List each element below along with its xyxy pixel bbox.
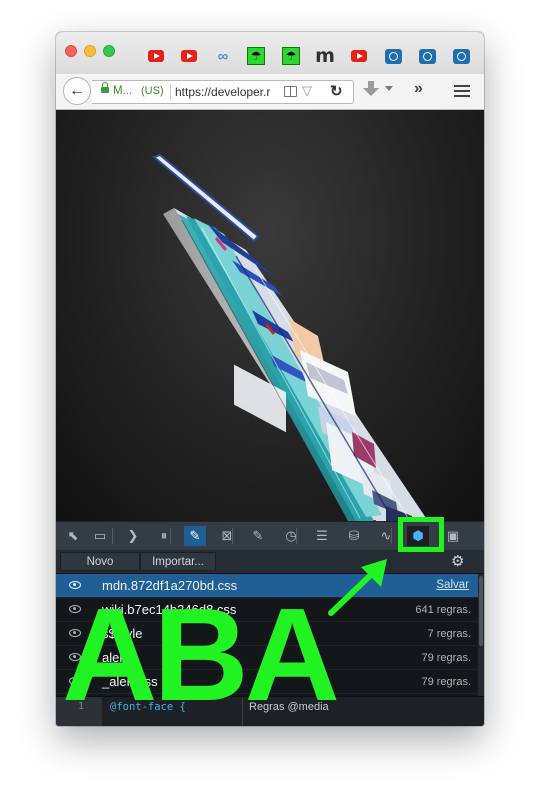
pinned-tab-youtube-1[interactable] — [145, 45, 167, 67]
scratchpad-icon: ✎ — [252, 528, 264, 544]
toolbar-separator — [391, 528, 392, 544]
3d-page-stack-graphic — [151, 153, 428, 521]
new-stylesheet-button[interactable]: Novo — [60, 552, 140, 571]
style-editor-toolbar: Novo Importar... ⚙ — [56, 550, 484, 574]
url-bar[interactable]: M... (US) https://developer.r ▽ ↻ — [92, 80, 354, 104]
lock-icon — [101, 82, 109, 93]
overflow-chevron-icon[interactable]: » — [414, 80, 423, 98]
tab-highlight-box — [398, 517, 444, 552]
url-separator — [170, 84, 171, 100]
rule-count: 79 regras. — [421, 652, 471, 664]
green-umbrella-icon: ☂ — [247, 47, 265, 65]
rule-count: 79 regras. — [421, 676, 471, 688]
debugger-icon: ⏸ — [160, 528, 168, 544]
url-text[interactable]: https://developer.r — [175, 85, 279, 99]
hamburger-menu-icon[interactable] — [454, 85, 470, 97]
back-arrow-icon: ← — [69, 82, 85, 99]
devtools-tab-performance[interactable]: ◷ — [280, 526, 302, 546]
youtube-icon — [351, 50, 367, 62]
element-picker-icon: ⬉ — [67, 528, 79, 544]
performance-icon: ◷ — [285, 528, 297, 544]
devtools-tab-responsive-mode[interactable]: ▭ — [89, 526, 111, 546]
save-link[interactable]: Salvar — [436, 579, 469, 591]
navigation-toolbar: ← M... (US) https://developer.r ▽ ↻ » — [56, 74, 484, 110]
pinned-tab-devtools-2[interactable] — [416, 45, 438, 67]
devtools-tab-element-picker[interactable]: ⬉ — [62, 526, 84, 546]
devtools-blue-icon — [418, 48, 436, 64]
devtools-tab-console[interactable]: ❯ — [122, 526, 144, 546]
pinned-tab-umbrella-2[interactable]: ☂ — [280, 45, 302, 67]
devtools-tab-style-editor[interactable]: ✎ — [184, 526, 206, 546]
3d-page-view[interactable] — [56, 110, 484, 521]
web-audio-icon: ∿ — [380, 528, 392, 544]
devtools-blue-icon — [452, 48, 470, 64]
devtools-blue-icon — [384, 48, 402, 64]
reload-icon[interactable]: ↻ — [330, 82, 343, 100]
pinned-tab-umbrella-1[interactable]: ☂ — [245, 45, 267, 67]
dropdown-triangle-icon[interactable]: ▽ — [302, 83, 312, 99]
devtools-tab-shader-editor[interactable]: ⊠ — [216, 526, 238, 546]
import-stylesheet-button[interactable]: Importar... — [140, 552, 216, 571]
pinned-tab-devtools-1[interactable] — [382, 45, 404, 67]
back-button[interactable]: ← — [63, 77, 91, 105]
devtools-tab-web-audio[interactable]: ∿ — [375, 526, 397, 546]
rule-count: 641 regras. — [415, 604, 471, 616]
pinned-tab-youtube-3[interactable] — [348, 45, 370, 67]
storage-icon: ⛁ — [348, 528, 360, 544]
title-bar: ∞ ☂ ☂ m — [56, 32, 484, 74]
close-window-button[interactable] — [65, 45, 77, 57]
download-menu-icon[interactable] — [385, 86, 393, 91]
youtube-icon — [181, 50, 197, 62]
console-icon: ❯ — [127, 528, 139, 544]
reader-view-icon[interactable] — [284, 86, 297, 97]
m-letter-logo-icon: m — [315, 45, 335, 67]
rule-count: 7 regras. — [427, 628, 471, 640]
pinned-tab-youtube-2[interactable] — [178, 45, 200, 67]
gear-icon[interactable]: ⚙ — [451, 552, 464, 570]
devtools-tab-debugger[interactable]: ⏸ — [153, 526, 175, 546]
annotation-label: ABA — [62, 581, 340, 728]
pinned-tab-m[interactable]: m — [314, 45, 336, 67]
shader-editor-icon: ⊠ — [221, 528, 233, 544]
devtools-tab-storage[interactable]: ⛁ — [343, 526, 365, 546]
site-identity-label[interactable]: M... — [113, 85, 132, 97]
toolbar-separator — [232, 528, 233, 544]
site-country-label: (US) — [141, 85, 164, 97]
toolbar-separator — [112, 528, 113, 544]
pinned-tab-devtools-3[interactable] — [450, 45, 472, 67]
minimize-window-button[interactable] — [84, 45, 96, 57]
devtools-tab-scratchpad[interactable]: ✎ — [247, 526, 269, 546]
stylesheet-list-scrollbar[interactable] — [478, 574, 484, 696]
devtools-tab-network[interactable]: ☰ — [311, 526, 333, 546]
green-umbrella-icon: ☂ — [282, 47, 300, 65]
zoom-window-button[interactable] — [103, 45, 115, 57]
toolbar-separator — [296, 528, 297, 544]
scrollbar-thumb[interactable] — [479, 576, 483, 646]
responsive-mode-icon: ▭ — [93, 528, 107, 544]
toolbar-separator — [170, 528, 171, 544]
network-icon: ☰ — [316, 528, 328, 544]
style-editor-icon: ✎ — [189, 528, 201, 544]
devtools-tab-split-console[interactable]: ▣ — [442, 526, 464, 546]
split-console-icon: ▣ — [446, 528, 460, 544]
pinned-tab-link[interactable]: ∞ — [211, 45, 233, 67]
download-arrow-icon[interactable] — [362, 80, 380, 100]
youtube-icon — [148, 50, 164, 62]
link-chain-icon: ∞ — [217, 47, 229, 65]
